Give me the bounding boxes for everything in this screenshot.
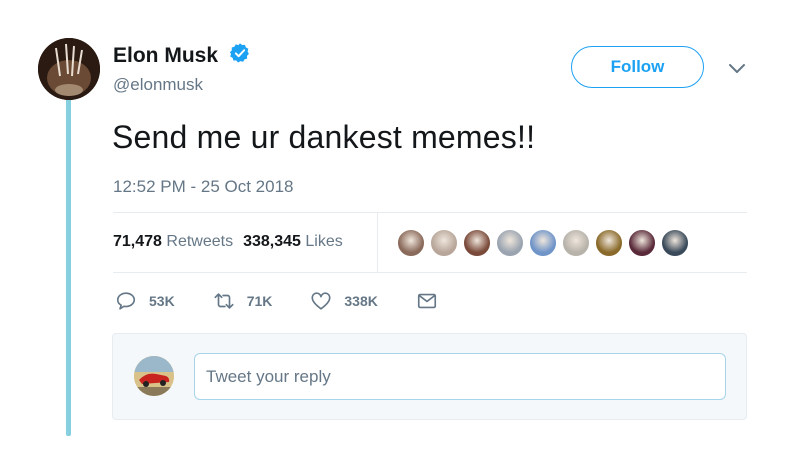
retweets-count: 71,478 <box>113 233 162 250</box>
liker-avatar[interactable] <box>594 228 624 258</box>
heart-icon <box>311 292 331 310</box>
likes-count: 338,345 <box>243 233 301 250</box>
reply-count: 53K <box>149 293 175 309</box>
retweet-button[interactable]: 71K <box>213 290 273 312</box>
retweet-icon <box>214 293 234 309</box>
liker-avatar[interactable] <box>495 228 525 258</box>
like-button[interactable]: 338K <box>310 290 378 312</box>
tweet-stats: 71,478 Retweets 338,345 Likes <box>113 233 343 251</box>
liker-avatar[interactable] <box>627 228 657 258</box>
direct-message-button[interactable] <box>416 290 438 312</box>
liker-avatar[interactable] <box>561 228 591 258</box>
author-handle[interactable]: @elonmusk <box>113 75 203 95</box>
liker-avatar[interactable] <box>396 228 426 258</box>
user-avatar-photo <box>134 356 174 396</box>
liker-avatar[interactable] <box>462 228 492 258</box>
liker-avatar[interactable] <box>660 228 690 258</box>
retweets-label: Retweets <box>166 233 234 250</box>
stats-divider <box>377 212 378 272</box>
verified-badge-icon <box>229 43 249 63</box>
liker-avatar[interactable] <box>429 228 459 258</box>
divider-top <box>113 212 747 213</box>
envelope-icon <box>417 293 436 309</box>
author-avatar[interactable] <box>38 38 100 100</box>
reply-button[interactable]: 53K <box>115 290 175 312</box>
likes-stat[interactable]: 338,345 Likes <box>243 233 343 250</box>
author-name[interactable]: Elon Musk <box>113 44 218 68</box>
liker-avatars <box>393 228 690 258</box>
tweet-actions: 53K 71K 338K <box>115 290 476 312</box>
reply-input[interactable] <box>194 353 726 400</box>
tweet-timestamp[interactable]: 12:52 PM - 25 Oct 2018 <box>113 177 294 197</box>
reply-icon <box>116 292 136 310</box>
likes-label: Likes <box>305 233 343 250</box>
retweet-count: 71K <box>246 293 273 309</box>
like-count: 338K <box>344 293 378 309</box>
liker-avatar[interactable] <box>528 228 558 258</box>
retweets-stat[interactable]: 71,478 Retweets <box>113 233 233 250</box>
thread-line <box>66 98 71 436</box>
tweet-text: Send me ur dankest memes!! <box>112 119 536 155</box>
avatar-photo <box>38 38 100 100</box>
user-avatar[interactable] <box>134 356 174 396</box>
follow-button[interactable]: Follow <box>571 46 704 88</box>
chevron-down-icon[interactable] <box>727 62 747 76</box>
divider-bottom <box>113 272 747 273</box>
